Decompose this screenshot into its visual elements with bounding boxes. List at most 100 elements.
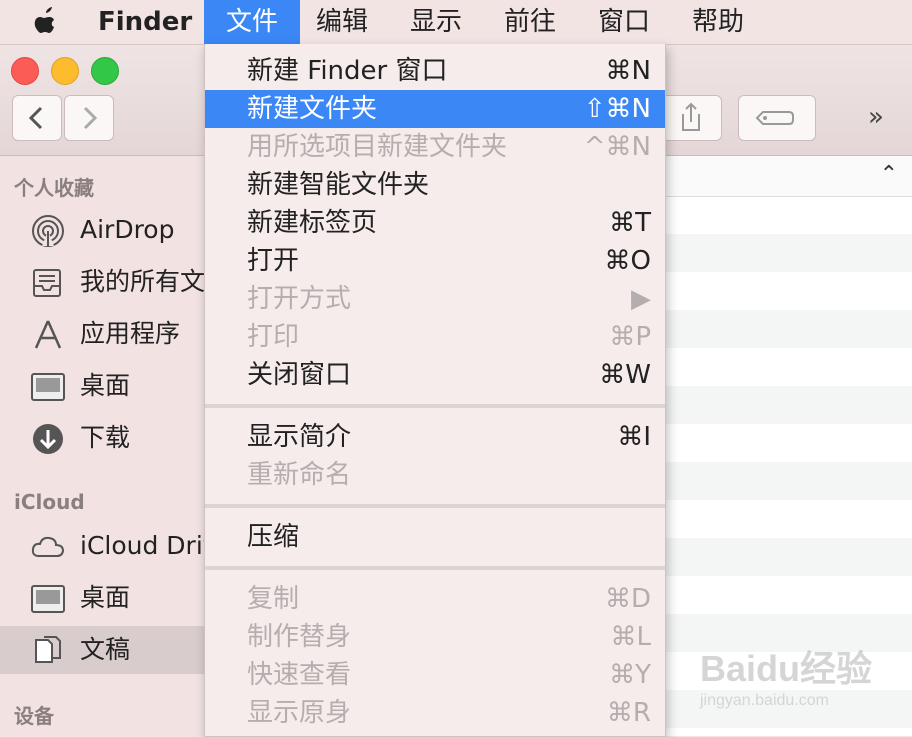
menu-item-shortcut: ⇧⌘N — [583, 94, 651, 124]
sidebar-section-favorites: 个人收藏 — [14, 176, 94, 200]
sidebar-item-documents[interactable]: 文稿 — [0, 626, 204, 674]
menu-item-quick-look[interactable]: 快速查看 ⌘Y — [205, 656, 665, 694]
sidebar-item-label: 应用程序 — [80, 319, 181, 348]
menu-item-new-folder[interactable]: 新建文件夹 ⇧⌘N — [205, 90, 665, 128]
cloud-icon — [31, 536, 65, 557]
sidebar-item-desktop[interactable]: 桌面 — [0, 362, 204, 410]
tag-button[interactable] — [738, 95, 816, 141]
menu-item-label: 快速查看 — [247, 660, 352, 690]
toolbar-overflow-button[interactable]: » — [868, 101, 908, 133]
menu-item-new-folder-with-selection[interactable]: 用所选项目新建文件夹 ^⌘N — [205, 128, 665, 166]
menu-item-label: 重新命名 — [247, 460, 352, 490]
menu-file[interactable]: 文件 — [204, 0, 300, 44]
tag-icon — [755, 111, 794, 125]
menu-item-label: 新建 Finder 窗口 — [247, 56, 448, 86]
menu-edit[interactable]: 编辑 — [316, 0, 368, 44]
sidebar-item-icloud-drive[interactable]: iCloud Driv — [0, 522, 204, 570]
menu-item-show-original[interactable]: 显示原身 ⌘R — [205, 694, 665, 732]
share-icon — [682, 102, 700, 131]
menu-item-label: 打开方式 — [247, 284, 352, 314]
all-files-icon — [33, 269, 61, 297]
menu-separator — [205, 504, 665, 508]
menu-go[interactable]: 前往 — [504, 0, 556, 44]
sidebar-item-airdrop[interactable]: AirDrop — [0, 206, 204, 254]
menu-item-label: 复制 — [247, 584, 300, 614]
sidebar-section-devices: 设备 — [14, 704, 54, 728]
sidebar-item-label: 我的所有文 — [80, 267, 204, 296]
menu-bar: Finder 文件 编辑 显示 前往 窗口 帮助 — [0, 0, 912, 45]
menu-item-label: 新建标签页 — [247, 208, 378, 238]
menu-separator — [205, 404, 665, 408]
menu-item-shortcut: ⌘T — [609, 208, 651, 238]
forward-button[interactable] — [64, 95, 114, 141]
menu-item-shortcut: ⌘Y — [609, 660, 651, 690]
menu-item-new-tab[interactable]: 新建标签页 ⌘T — [205, 204, 665, 242]
sidebar-item-icloud-desktop[interactable]: 桌面 — [0, 574, 204, 622]
downloads-icon — [33, 424, 63, 454]
chevron-left-icon — [28, 106, 43, 130]
menu-item-label: 打开 — [247, 246, 300, 276]
menu-item-close-window[interactable]: 关闭窗口 ⌘W — [205, 356, 665, 394]
watermark-logo-text: Baidu经验 — [700, 648, 873, 689]
menu-item-shortcut: ⌘N — [605, 56, 651, 86]
menu-item-shortcut: ⌘D — [604, 584, 651, 614]
minimize-window-button[interactable] — [51, 57, 79, 85]
sidebar-item-downloads[interactable]: 下载 — [0, 414, 204, 462]
file-menu-dropdown: 新建 Finder 窗口 ⌘N 新建文件夹 ⇧⌘N 用所选项目新建文件夹 ^⌘N… — [204, 44, 666, 737]
desktop-icon — [31, 373, 65, 401]
sidebar-item-label: 下载 — [80, 423, 131, 452]
menu-item-label: 显示简介 — [247, 422, 352, 452]
menu-item-open[interactable]: 打开 ⌘O — [205, 242, 665, 280]
menu-item-shortcut: ⌘P — [609, 322, 651, 352]
sidebar-section-icloud: iCloud — [14, 490, 85, 514]
sidebar: 个人收藏 AirDrop 我的所有文 应用程序 桌面 下载 iCloud iCl… — [0, 156, 204, 736]
desktop-icon — [31, 585, 65, 613]
back-button[interactable] — [12, 95, 62, 141]
sidebar-item-label: 桌面 — [80, 583, 131, 612]
sidebar-item-label: 文稿 — [80, 635, 131, 664]
sidebar-item-applications[interactable]: 应用程序 — [0, 310, 204, 358]
menu-item-label: 压缩 — [247, 522, 300, 552]
menu-item-label: 显示原身 — [247, 698, 352, 728]
sidebar-item-label: iCloud Driv — [80, 531, 204, 560]
menu-item-compress[interactable]: 压缩 — [205, 518, 665, 556]
menu-separator — [205, 566, 665, 570]
menu-item-label: 用所选项目新建文件夹 — [247, 132, 508, 162]
menu-item-shortcut: ^⌘N — [583, 132, 651, 162]
menu-item-label: 打印 — [247, 322, 300, 352]
apple-icon[interactable] — [28, 7, 62, 37]
menu-item-make-alias[interactable]: 制作替身 ⌘L — [205, 618, 665, 656]
menu-item-label: 新建文件夹 — [247, 94, 378, 124]
menu-item-new-smart-folder[interactable]: 新建智能文件夹 — [205, 166, 665, 204]
menu-item-open-with[interactable]: 打开方式 ▶ — [205, 280, 665, 318]
menu-view[interactable]: 显示 — [410, 0, 462, 44]
baidu-watermark: Baidu经验 jingyan.baidu.com — [700, 640, 900, 730]
menu-item-duplicate[interactable]: 复制 ⌘D — [205, 580, 665, 618]
sidebar-item-label: AirDrop — [80, 215, 175, 244]
menu-item-label: 新建智能文件夹 — [247, 170, 430, 200]
sidebar-item-label: 桌面 — [80, 371, 131, 400]
menu-item-new-finder-window[interactable]: 新建 Finder 窗口 ⌘N — [205, 52, 665, 90]
menu-item-shortcut: ⌘I — [617, 422, 651, 452]
menu-item-rename[interactable]: 重新命名 — [205, 456, 665, 494]
menu-item-label: 关闭窗口 — [247, 360, 352, 390]
applications-icon — [34, 320, 62, 349]
zoom-window-button[interactable] — [91, 57, 119, 85]
menu-item-shortcut: ⌘L — [610, 622, 652, 652]
chevron-right-icon — [83, 106, 98, 130]
menu-item-get-info[interactable]: 显示简介 ⌘I — [205, 418, 665, 456]
airdrop-icon — [32, 215, 64, 247]
documents-icon — [35, 636, 61, 663]
menu-item-shortcut: ⌘O — [604, 246, 651, 276]
menu-item-shortcut: ⌘W — [599, 360, 651, 390]
menu-window[interactable]: 窗口 — [598, 0, 650, 44]
menu-item-shortcut: ⌘R — [606, 698, 651, 728]
menu-item-print[interactable]: 打印 ⌘P — [205, 318, 665, 356]
menu-help[interactable]: 帮助 — [692, 0, 744, 44]
menu-finder[interactable]: Finder — [98, 0, 192, 44]
close-window-button[interactable] — [11, 57, 39, 85]
share-button[interactable] — [660, 95, 722, 141]
submenu-arrow-icon: ▶ — [631, 284, 651, 314]
chevron-up-icon[interactable]: ⌃ — [880, 162, 898, 187]
sidebar-item-all-files[interactable]: 我的所有文 — [0, 258, 204, 306]
